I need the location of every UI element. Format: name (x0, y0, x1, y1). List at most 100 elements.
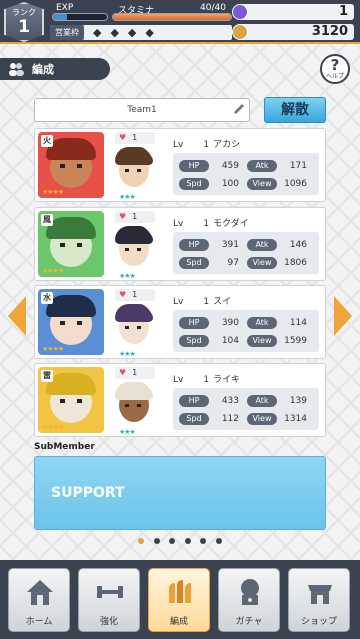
stat-value-view: 1599 (284, 336, 307, 346)
level-label: Lv (173, 140, 184, 150)
nav-label: ガチャ (235, 617, 263, 627)
rarity-stars: ★★★★ (42, 267, 64, 275)
stat-panel: HP 433 Atk 139 Spd 112 View 1314 (173, 388, 319, 430)
heart-icon: ♥ (119, 133, 127, 142)
team-icon (8, 62, 24, 76)
sub-character-portrait[interactable] (111, 224, 155, 274)
exp-bar (52, 13, 108, 21)
member-card[interactable]: 火 ★★★★ ♥ 1 ★★★ Lv 1 アカシ HP 459 Atk 171 Spd 100 Vi… (34, 128, 326, 202)
next-team-arrow-icon[interactable] (334, 296, 352, 336)
member-card[interactable]: 雷 ★★★★ ♥ 1 ★★★ Lv 1 ライキ HP 433 Atk 139 Spd 112 Vi… (34, 363, 326, 437)
stat-label-hp: HP (179, 239, 209, 251)
stat-value-view: 1806 (284, 258, 307, 268)
nav-label: ショップ (300, 617, 337, 627)
sub-level-badge: ♥ 1 (115, 132, 155, 144)
nav-team-button[interactable]: 編成 (148, 568, 210, 632)
sub-rarity-stars: ★★★ (119, 428, 136, 436)
level-label: Lv (173, 219, 184, 229)
home-icon (23, 575, 57, 609)
page-dot[interactable] (200, 538, 207, 544)
level-value: 1 (203, 140, 210, 150)
nav-label: 編成 (169, 617, 188, 627)
stat-label-atk: Atk (247, 239, 277, 251)
support-label: SUPPORT (51, 485, 125, 501)
nav-label: ホーム (25, 617, 53, 627)
stat-label-atk: Atk (247, 395, 277, 407)
stamina-value: 40/40 (200, 3, 226, 13)
page-dot[interactable] (153, 538, 160, 544)
main-character-portrait[interactable]: 火 ★★★★ (38, 132, 104, 198)
coin-counter[interactable]: 3120 (232, 24, 354, 40)
page-dot[interactable] (138, 538, 144, 544)
heart-icon: ♥ (119, 212, 127, 221)
status-bar: ランク 1 EXP スタミナ 40/40 営業枠 ◆◆◆◆ 1 3120 (0, 0, 360, 44)
page-dot[interactable] (215, 538, 222, 544)
rarity-stars: ★★★★ (42, 423, 64, 431)
gem-counter[interactable]: 1 (232, 4, 354, 20)
stat-value-hp: 433 (221, 396, 239, 406)
business-marks: ◆◆◆◆ (93, 26, 163, 39)
stat-label-view: View (247, 335, 277, 347)
sub-rarity-stars: ★★★ (119, 350, 136, 358)
stat-label-atk: Atk (247, 317, 277, 329)
nav-home-button[interactable]: ホーム (8, 568, 70, 632)
stat-label-spd: Spd (179, 413, 209, 425)
team-icon (163, 575, 197, 609)
nav-dumbbell-button[interactable]: 強化 (78, 568, 140, 632)
level-label: Lv (173, 375, 184, 385)
team-name-field[interactable]: Team1 (34, 98, 250, 122)
member-name: アカシ (213, 140, 241, 150)
support-slot[interactable]: SUPPORT (34, 456, 326, 530)
main-character-portrait[interactable]: 水 ★★★★ (38, 289, 104, 355)
stat-value-spd: 112 (221, 414, 239, 424)
stat-panel: HP 390 Atk 114 Spd 104 View 1599 (173, 310, 319, 352)
stat-label-hp: HP (179, 317, 209, 329)
attribute-badge: 水 (41, 292, 53, 304)
stat-panel: HP 391 Atk 146 Spd 97 View 1806 (173, 232, 319, 274)
bottom-nav: ホーム 強化 編成 ガチャ ショップ (0, 560, 360, 639)
stat-value-atk: 139 (289, 396, 307, 406)
stat-label-spd: Spd (179, 257, 209, 269)
stat-value-hp: 459 (221, 161, 239, 171)
level-value: 1 (203, 375, 210, 385)
disband-button[interactable]: 解散 (264, 97, 326, 123)
prev-team-arrow-icon[interactable] (8, 296, 26, 336)
main-character-portrait[interactable]: 風 ★★★★ (38, 211, 104, 277)
member-card[interactable]: 水 ★★★★ ♥ 1 ★★★ Lv 1 スイ HP 390 Atk 114 Spd 104 Vie… (34, 285, 326, 359)
dumbbell-icon (93, 575, 127, 609)
nav-gacha-button[interactable]: ガチャ (218, 568, 280, 632)
rank-value: 1 (18, 17, 30, 37)
stat-value-hp: 391 (221, 240, 239, 250)
sub-rarity-stars: ★★★ (119, 193, 136, 201)
page-title-bar: 編成 (0, 58, 110, 80)
sub-level-badge: ♥ 1 (115, 367, 155, 379)
sub-rarity-stars: ★★★ (119, 272, 136, 280)
stat-value-atk: 171 (289, 161, 307, 171)
help-button[interactable]: ? ヘルプ (320, 54, 350, 84)
attribute-badge: 雷 (41, 370, 53, 382)
pencil-icon[interactable] (231, 102, 247, 118)
rarity-stars: ★★★★ (42, 345, 64, 353)
attribute-badge: 風 (41, 214, 53, 226)
nav-shop-button[interactable]: ショップ (288, 568, 350, 632)
page-dot[interactable] (169, 538, 176, 544)
member-name: モクダイ (213, 219, 249, 229)
stat-value-atk: 114 (289, 318, 307, 328)
main-character-portrait[interactable]: 雷 ★★★★ (38, 367, 104, 433)
sub-level: 1 (132, 212, 138, 221)
exp-label: EXP (56, 3, 74, 13)
member-level-name: Lv 1 ライキ (173, 372, 240, 385)
member-card[interactable]: 風 ★★★★ ♥ 1 ★★★ Lv 1 モクダイ HP 391 Atk 146 Spd 97 Vi… (34, 207, 326, 281)
sub-character-portrait[interactable] (111, 145, 155, 195)
level-label: Lv (173, 297, 184, 307)
sub-member-label: SubMember (34, 442, 95, 452)
page-title: 編成 (32, 63, 54, 76)
sub-character-portrait[interactable] (111, 380, 155, 430)
sub-level-badge: ♥ 1 (115, 289, 155, 301)
sub-character-portrait[interactable] (111, 302, 155, 352)
team-name: Team1 (127, 105, 157, 115)
page-dot[interactable] (184, 538, 191, 544)
coin-icon (232, 24, 248, 40)
question-icon: ? (330, 56, 340, 74)
stat-value-spd: 100 (221, 179, 239, 189)
